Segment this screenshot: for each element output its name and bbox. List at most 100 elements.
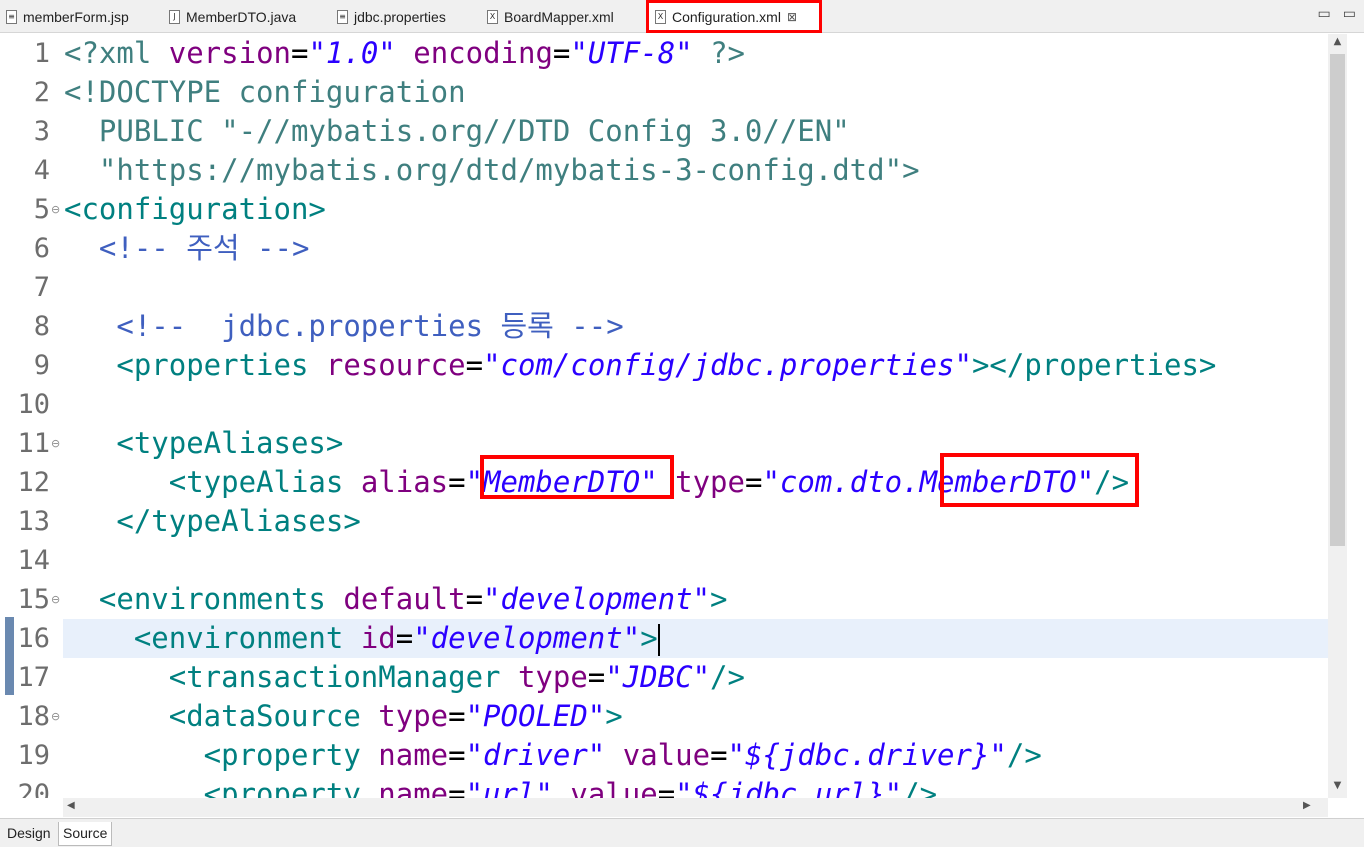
editor-tab-bar: ≡ memberForm.jsp J MemberDTO.java ≡ jdbc… [0,0,1364,33]
tab-label: jdbc.properties [354,8,446,25]
code-token: = [587,660,606,694]
code-token: "POOLED" [465,699,606,733]
tab-memberform-jsp[interactable]: ≡ memberForm.jsp [0,0,160,33]
code-token: version [168,36,291,70]
line-number: 8 [33,311,50,342]
vertical-scrollbar[interactable]: ▲ ▼ [1328,34,1347,798]
code-text: <typeAlias alias="MemberDTO" type="com.d… [64,463,1129,502]
scroll-down-icon[interactable]: ▼ [1328,780,1347,791]
code-token: /> [710,660,745,694]
tab-jdbc-properties[interactable]: ≡ jdbc.properties [331,0,481,33]
tab-configuration-xml[interactable]: X Configuration.xml ⊠ [649,0,821,33]
scroll-thumb[interactable] [1330,54,1345,546]
line-number: 4 [33,155,50,186]
code-token: type [675,465,745,499]
code-text: <typeAliases> [64,424,343,463]
line-number: 11 [17,428,50,459]
code-line: 15 ⊖ <environments default="development"> [0,580,1328,619]
code-text: <properties resource="com/config/jdbc.pr… [64,346,1216,385]
line-number: 6 [33,233,50,264]
fold-toggle-icon[interactable]: ⊖ [51,697,60,736]
scroll-up-icon[interactable]: ▲ [1328,36,1347,47]
code-line: 8 <!-- jdbc.properties 등록 --> [0,307,1328,346]
code-token: <transactionManager [64,660,518,694]
code-token: "com/config/jdbc.properties" [483,348,972,382]
fold-toggle-icon[interactable]: ⊖ [51,190,60,229]
code-token: = [395,621,414,655]
xml-file-icon: X [487,9,498,24]
code-line: 10 [0,385,1328,424]
code-token: "1.0" [308,36,396,70]
code-token: "https://mybatis.org/dtd/mybatis-3-confi… [64,153,903,187]
code-text: <!DOCTYPE configuration [64,73,466,112]
code-token: "url" [465,777,553,798]
scroll-right-icon[interactable]: ▶ [1303,800,1311,811]
code-text: <?xml version="1.0" encoding="UTF-8" ?> [64,34,745,73]
fold-toggle-icon[interactable]: ⊖ [51,424,60,463]
code-line: 4 "https://mybatis.org/dtd/mybatis-3-con… [0,151,1328,190]
code-token: "driver" [465,738,606,772]
code-line: 17 <transactionManager type="JDBC"/> [0,658,1328,697]
code-token: /> [1006,738,1042,772]
code-token: > [902,153,920,187]
code-token: = [448,699,466,733]
line-number: 20 [17,779,50,798]
code-token: ?> [692,36,745,70]
code-token: "com.dto.MemberDTO" [762,465,1095,499]
code-token: "-//mybatis.org//DTD Config 3.0//EN" [221,114,850,148]
code-token: <typeAlias [64,465,361,499]
code-text: <!-- jdbc.properties 등록 --> [64,307,623,346]
code-line: 13 </typeAliases> [0,502,1328,541]
code-line: 5 ⊖ <configuration> [0,190,1328,229]
code-token: = [290,36,309,70]
scroll-left-icon[interactable]: ◀ [67,800,75,811]
code-text: <dataSource type="POOLED"> [64,697,623,736]
code-token: = [448,465,466,499]
code-token: = [657,777,676,798]
line-number: 5 [33,194,50,225]
code-token: type [378,699,449,733]
code-token: default [343,582,466,616]
code-text: <transactionManager type="JDBC"/> [64,658,745,697]
code-line: 9 <properties resource="com/config/jdbc.… [0,346,1328,385]
code-line: 12 <typeAlias alias="MemberDTO" type="co… [0,463,1328,502]
code-text: <!-- 주석 --> [64,229,310,268]
code-token: <!-- 주석 --> [64,231,310,265]
line-number: 2 [33,77,50,108]
code-token: /> [902,777,938,798]
line-number: 10 [17,389,50,420]
code-token: <configuration> [64,192,326,226]
close-tab-icon[interactable]: ⊠ [787,10,797,24]
code-token: ></properties> [971,348,1217,382]
tab-source[interactable]: Source [58,822,113,846]
code-token: PUBLIC [64,114,222,148]
code-token: <environment [64,621,361,655]
tab-boardmapper-xml[interactable]: X BoardMapper.xml [481,0,644,33]
code-line: 14 [0,541,1328,580]
code-token: = [465,582,484,616]
code-token: "JDBC" [605,660,711,694]
code-text: PUBLIC "-//mybatis.org//DTD Config 3.0//… [64,112,850,151]
code-token: <properties [64,348,326,382]
code-token: = [465,348,484,382]
java-file-icon: J [169,9,180,24]
code-token: <property [64,777,379,798]
code-token: <property [64,738,379,772]
xml-source-editor[interactable]: 1 <?xml version="1.0" encoding="UTF-8" ?>… [0,34,1328,798]
minimize-icon[interactable]: ▭ [1318,6,1331,22]
text-cursor [657,624,660,656]
code-token: "MemberDTO" [465,465,658,499]
tab-memberdto-java[interactable]: J MemberDTO.java [163,0,323,33]
code-text: "https://mybatis.org/dtd/mybatis-3-confi… [64,151,920,190]
tab-design[interactable]: Design [3,822,55,846]
tab-label: BoardMapper.xml [504,8,614,25]
code-token: <typeAliases> [64,426,344,460]
code-token: resource [325,348,466,382]
fold-toggle-icon[interactable]: ⊖ [51,580,60,619]
code-text: <environment id="development"> [64,619,660,658]
maximize-icon[interactable]: ▭ [1343,6,1356,22]
horizontal-scrollbar[interactable]: ◀ ▶ [63,798,1328,817]
code-token: value [622,738,711,772]
